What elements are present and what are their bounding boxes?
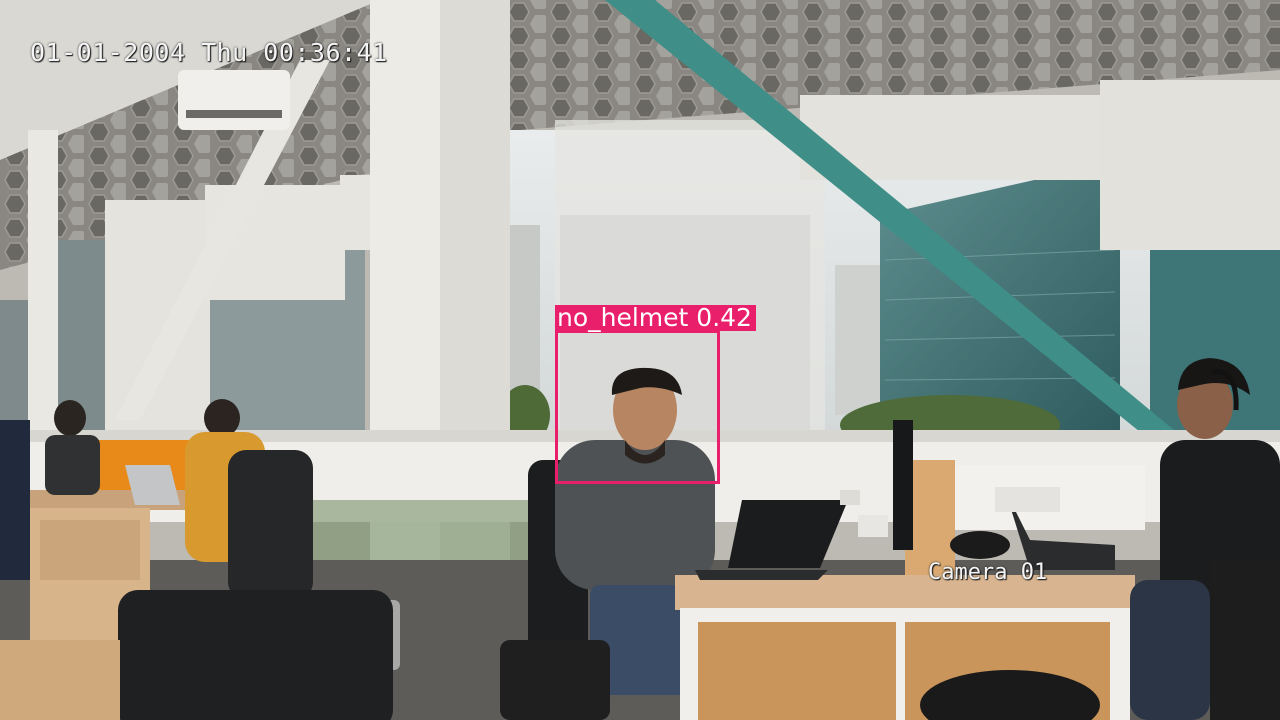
- timestamp-overlay: 01-01-2004 Thu 00:36:41: [30, 38, 388, 67]
- detection-bounding-box: [555, 330, 720, 484]
- detection-label: no_helmet 0.42: [555, 305, 756, 331]
- camera-name-overlay: Camera 01: [928, 560, 1048, 585]
